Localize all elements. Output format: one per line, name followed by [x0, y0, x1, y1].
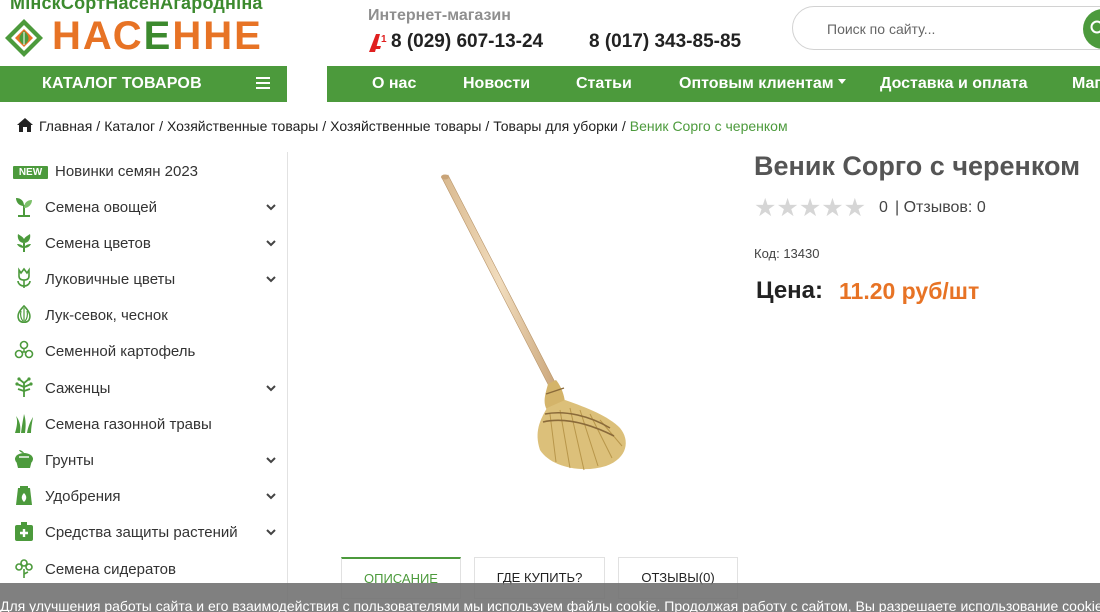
green-manure-icon: [15, 559, 33, 578]
vegetable-sprout-icon: [16, 198, 32, 217]
chevron-down-icon[interactable]: [265, 273, 277, 285]
fertilizer-icon: [16, 486, 32, 505]
sidebar-item-plant-protection[interactable]: Средства защиты растений: [0, 514, 287, 550]
sidebar-item-green-manure[interactable]: Семена сидератов: [0, 551, 287, 587]
home-icon[interactable]: [17, 118, 33, 132]
sidebar-item-soils[interactable]: Грунты: [0, 442, 287, 478]
top-navigation: О нас Новости Статьи Оптовым клиентам До…: [327, 66, 1100, 102]
sidebar-item-seed-potato[interactable]: Семенной картофель: [0, 333, 287, 369]
chevron-down-icon[interactable]: [265, 490, 277, 502]
sidebar-item-lawn-grass[interactable]: Семена газонной травы: [0, 406, 287, 442]
nav-articles[interactable]: Статьи: [576, 75, 632, 93]
sidebar-item-label: Семена цветов: [45, 235, 151, 252]
chevron-down-icon[interactable]: [265, 382, 277, 394]
phone-landline[interactable]: 8 (017) 343-85-85: [589, 31, 741, 53]
svg-text:1: 1: [381, 34, 387, 45]
sidebar-item-new-seeds[interactable]: NEW Новинки семян 2023: [0, 153, 287, 189]
search-icon: [1090, 20, 1100, 34]
sidebar-item-label: Саженцы: [45, 380, 111, 397]
product-code: Код: 13430: [754, 246, 820, 261]
sidebar-item-bulb-flowers[interactable]: Луковичные цветы: [0, 261, 287, 297]
reviews-count[interactable]: | Отзывов: 0: [895, 199, 986, 217]
broom-icon: [441, 174, 626, 471]
onion-icon: [17, 304, 31, 324]
price-label: Цена:: [756, 277, 824, 304]
nav-delivery[interactable]: Доставка и оплата: [880, 75, 1028, 93]
nav-wholesale[interactable]: Оптовым клиентам: [679, 75, 846, 93]
sidebar-item-label: Лук-севок, чеснок: [45, 307, 168, 324]
a1-operator-icon: 1: [369, 34, 387, 52]
phone-a1[interactable]: 8 (029) 607-13-24: [391, 31, 543, 53]
sidebar-item-fertilizers[interactable]: Удобрения: [0, 478, 287, 514]
logo-emblem-icon[interactable]: [4, 18, 44, 58]
sidebar-item-label: Семена газонной травы: [45, 416, 212, 433]
sidebar-item-saplings[interactable]: Саженцы: [0, 370, 287, 406]
product-title: Веник Сорго с черенком: [754, 151, 1081, 181]
sidebar-item-label: Удобрения: [45, 488, 121, 505]
sidebar-item-label: Семена овощей: [45, 199, 158, 216]
sidebar-item-label: Луковичные цветы: [45, 271, 176, 288]
seedling-icon: [15, 377, 33, 397]
breadcrumb-catalog[interactable]: Каталог: [104, 118, 155, 134]
catalog-menu-button[interactable]: КАТАЛОГ ТОВАРОВ: [0, 66, 287, 102]
rating-stars[interactable]: ★★★★★: [754, 196, 866, 221]
search-box: [792, 6, 1100, 50]
nav-news[interactable]: Новости: [463, 75, 530, 93]
sidebar-item-label: Семена сидератов: [45, 561, 176, 578]
catalog-label: КАТАЛОГ ТОВАРОВ: [42, 75, 202, 92]
flower-icon: [17, 234, 31, 252]
nav-about[interactable]: О нас: [372, 75, 416, 93]
sidebar-item-flower-seeds[interactable]: Семена цветов: [0, 225, 287, 261]
sidebar-item-label: Новинки семян 2023: [55, 163, 199, 180]
breadcrumb: Главная / Каталог / Хозяйственные товары / Хоз…: [17, 118, 788, 134]
logo-tagline[interactable]: МінскСортНасенАгароднiна: [10, 0, 263, 14]
chevron-down-icon[interactable]: [265, 454, 277, 466]
grass-icon: [15, 414, 33, 433]
breadcrumb-cleaning[interactable]: Товары для уборки: [493, 118, 618, 134]
shop-label: Интернет-магазин: [368, 7, 511, 24]
category-sidebar: NEW Новинки семян 2023 Семена овощей Сем…: [0, 152, 288, 612]
tulip-icon: [17, 267, 31, 288]
breadcrumb-current: Веник Сорго с черенком: [629, 118, 788, 134]
chevron-down-icon[interactable]: [265, 526, 277, 538]
sidebar-item-vegetable-seeds[interactable]: Семена овощей: [0, 189, 287, 225]
rating-value: 0: [879, 199, 888, 216]
plant-protection-icon: [15, 522, 33, 541]
breadcrumb-home[interactable]: Главная: [39, 118, 92, 134]
search-input[interactable]: [827, 18, 1067, 40]
caret-down-icon: [837, 79, 846, 85]
potato-icon: [14, 340, 34, 359]
search-button[interactable]: [1083, 9, 1100, 49]
sidebar-item-label: Грунты: [45, 452, 94, 469]
hamburger-icon: [256, 77, 270, 89]
breadcrumb-household-1[interactable]: Хозяйственные товары: [167, 118, 318, 134]
chevron-down-icon[interactable]: [265, 237, 277, 249]
sidebar-item-label: Семенной картофель: [45, 343, 196, 360]
logo-wordmark[interactable]: НАСЕННЕ: [52, 14, 263, 58]
cookie-text: Для улучшения работы сайта и его взаимод…: [0, 598, 1100, 612]
soil-pot-icon: [15, 450, 33, 468]
nav-shops[interactable]: Магазины: [1072, 75, 1100, 93]
cookie-banner: Для улучшения работы сайта и его взаимод…: [0, 583, 1100, 612]
sidebar-item-label: Средства защиты растений: [45, 524, 238, 541]
new-badge: NEW: [13, 166, 48, 179]
nav-wholesale-label: Оптовым клиентам: [679, 75, 834, 92]
breadcrumb-household-2[interactable]: Хозяйственные товары: [330, 118, 481, 134]
chevron-down-icon[interactable]: [265, 201, 277, 213]
sidebar-item-onion-garlic[interactable]: Лук-севок, чеснок: [0, 297, 287, 333]
site-header: МінскСортНасенАгароднiна НАСЕННЕ Интерне…: [0, 0, 1100, 66]
price-value: 11.20 руб/шт: [839, 278, 980, 304]
